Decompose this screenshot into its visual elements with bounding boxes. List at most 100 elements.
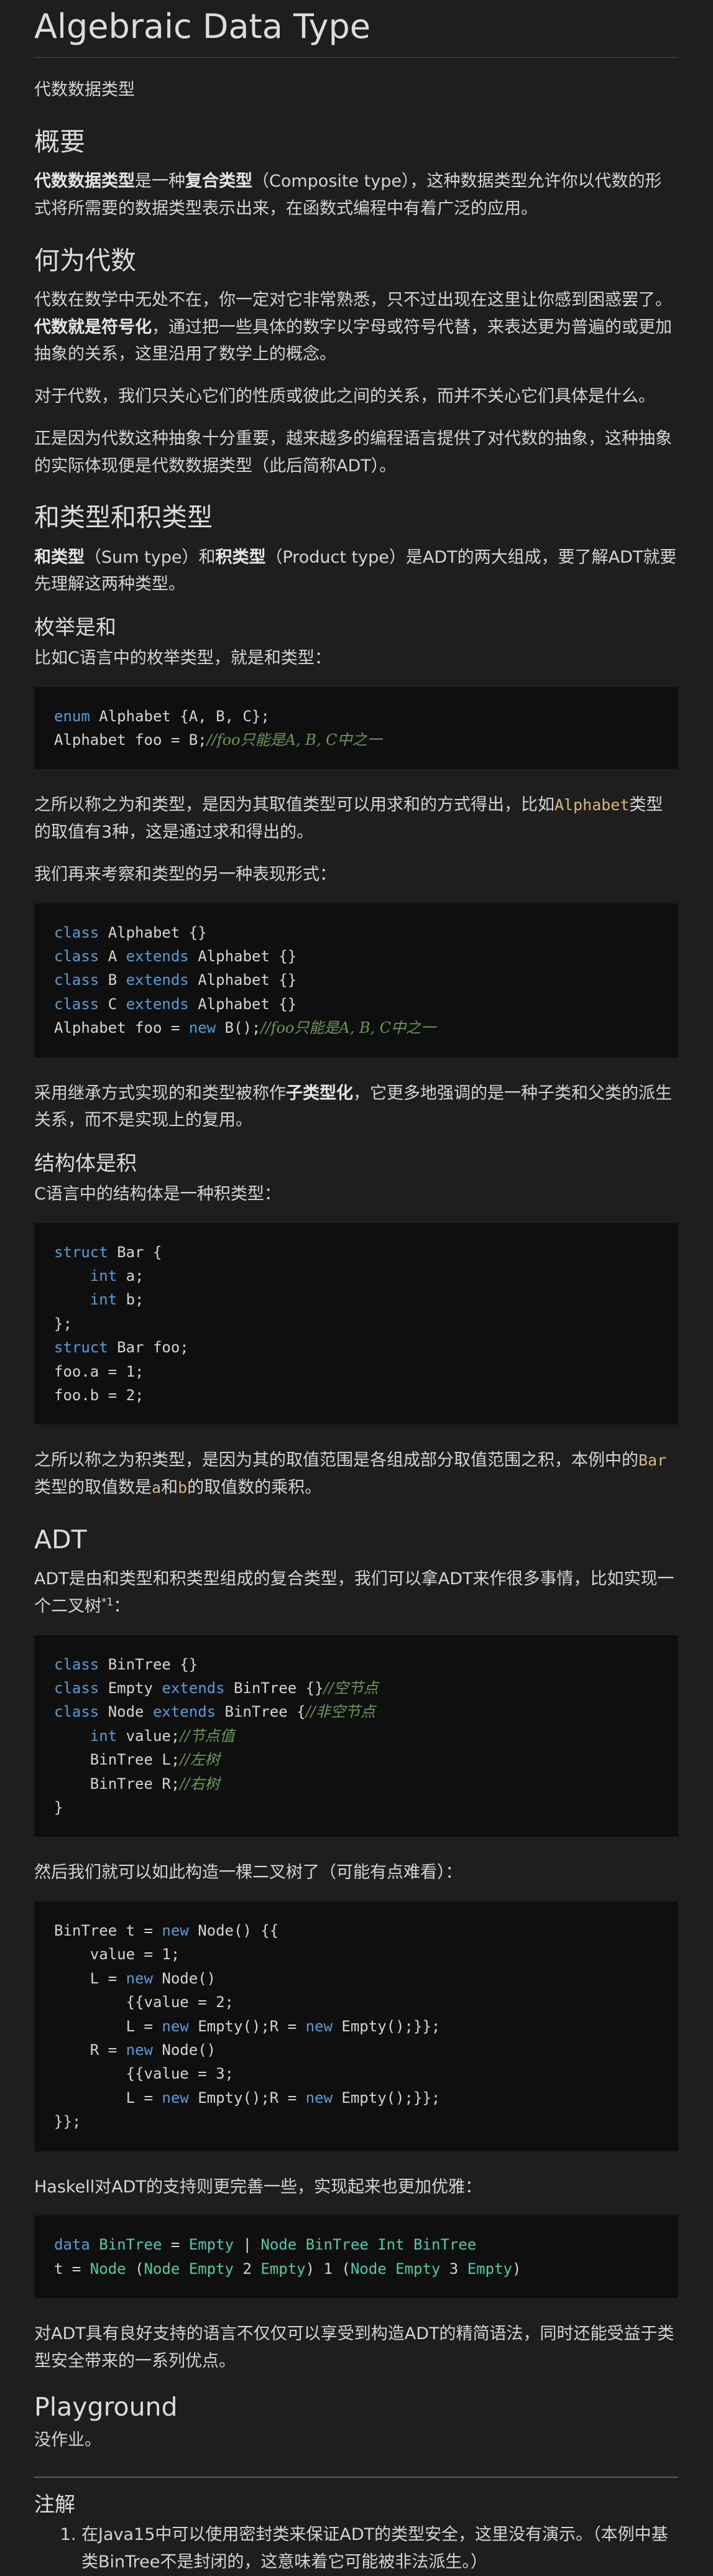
- code-keyword: data: [54, 2236, 90, 2254]
- text-run: 的取值数的乘积。: [187, 1478, 322, 1498]
- code-text: Empty();}};: [332, 2017, 441, 2035]
- heading-why-algebra: 何为代数: [34, 245, 136, 275]
- code-comment: //非空节点: [305, 1703, 375, 1721]
- heading-adt: ADT: [34, 1524, 87, 1554]
- code-text: Alphabet foo = B;: [54, 731, 207, 749]
- code-comment: //右树: [180, 1775, 220, 1793]
- playground-text: 没作业。: [34, 2430, 101, 2450]
- sum-product-paragraph: 和类型（Sum type）和积类型（Product type）是ADT的两大组成…: [34, 544, 678, 598]
- code-block-struct: struct Bar { int a; int b; }; struct Bar…: [34, 1222, 678, 1425]
- code-text: Node() {{: [188, 1922, 279, 1940]
- text-run: 和: [161, 1478, 178, 1498]
- why-paragraph-1: 代数在数学中无处不在，你一定对它非常熟悉，只不过出现在这里让你感到困惑罢了。代数…: [34, 287, 678, 368]
- code-type: Node: [260, 2236, 297, 2254]
- text-run: ADT是由和类型和积类型组成的复合类型，我们可以拿ADT来作很多事情，比如实现一…: [34, 1569, 674, 1616]
- code-text: BinTree L;: [54, 1751, 180, 1769]
- code-text: Node(): [152, 1969, 216, 1987]
- code-text: value;: [117, 1727, 180, 1745]
- code-text: t =: [54, 2260, 90, 2278]
- code-text: Empty();}};: [332, 2089, 441, 2107]
- code-comment: //foo只能是A, B, C中之一: [206, 731, 382, 749]
- code-text: R =: [54, 2041, 126, 2059]
- text-run: 是一种: [135, 172, 185, 192]
- page-subtitle: 代数数据类型: [34, 80, 135, 100]
- text-run: 代数在数学中无处不在，你一定对它非常熟悉，只不过出现在这里让你感到困惑罢了。: [34, 290, 672, 310]
- code-type: Int: [377, 2236, 405, 2254]
- bold-term: 子类型化: [286, 1083, 353, 1103]
- code-type: Node: [90, 2260, 126, 2278]
- code-keyword: extends: [162, 1679, 225, 1697]
- overview-paragraph: 代数数据类型是一种复合类型（Composite type），这种数据类型允许你以…: [34, 168, 678, 222]
- code-text: {{value = 3;: [54, 2065, 234, 2083]
- why-paragraph-2: 对于代数，我们只关心它们的性质或彼此之间的关系，而并不关心它们具体是什么。: [34, 387, 655, 407]
- code-text: Alphabet {}: [188, 948, 297, 966]
- code-keyword: class: [54, 995, 99, 1013]
- text-run: 之所以称之为积类型，是因为其的取值范围是各组成部分取值范围之积，本例中的: [34, 1451, 638, 1470]
- haskell-intro: Haskell对ADT的支持则更完善一些，实现起来也更加优雅：: [34, 2177, 482, 2197]
- code-text: BinTree {: [216, 1703, 306, 1721]
- text-run: 采用继承方式实现的和类型被称作: [34, 1083, 286, 1103]
- code-comment: //左树: [180, 1751, 220, 1769]
- code-keyword: class: [54, 923, 99, 941]
- adt-intro: ADT是由和类型和积类型组成的复合类型，我们可以拿ADT来作很多事情，比如实现一…: [34, 1566, 678, 1620]
- code-text: BinTree R;: [54, 1775, 180, 1793]
- bold-term: 代数数据类型: [34, 172, 135, 192]
- footnote-ref[interactable]: *1: [101, 1596, 113, 1609]
- code-block-construct: BinTree t = new Node() {{ value = 1; L =…: [34, 1901, 678, 2151]
- code-text: Alphabet {}: [99, 923, 207, 941]
- construct-intro: 然后我们就可以如此构造一棵二叉树了（可能有点难看）：: [34, 1863, 462, 1883]
- code-text: BinTree t =: [54, 1922, 162, 1940]
- enum-intro: 比如C语言中的枚举类型，就是和类型：: [34, 648, 331, 668]
- heading-enum-is-sum: 枚举是和: [34, 615, 116, 640]
- enum-other-form: 我们再来考察和类型的另一种表现形式：: [34, 864, 336, 884]
- code-keyword: new: [162, 2017, 189, 2035]
- inline-code: a: [152, 1479, 162, 1497]
- code-text: value = 1;: [54, 1946, 180, 1964]
- code-keyword: new: [305, 2089, 333, 2107]
- code-text: Alphabet {A, B, C};: [90, 707, 270, 725]
- code-keyword: class: [54, 1703, 99, 1721]
- code-text: b;: [117, 1291, 144, 1309]
- code-text: 3: [440, 2260, 467, 2278]
- code-keyword: class: [54, 1679, 99, 1697]
- code-text: Alphabet foo =: [54, 1019, 189, 1037]
- code-text: Node: [99, 1703, 153, 1721]
- code-keyword: extends: [126, 995, 189, 1013]
- code-keyword: new: [126, 2041, 153, 2059]
- code-keyword: extends: [126, 971, 189, 989]
- code-keyword: extends: [152, 1703, 216, 1721]
- code-block-classes: class Alphabet {} class A extends Alphab…: [34, 903, 678, 1058]
- adt-benefit: 对ADT具有良好支持的语言不仅仅可以享受到构造ADT的精简语法，同时还能受益于类…: [34, 2324, 674, 2371]
- heading-playground: Playground: [34, 2391, 178, 2422]
- code-text: L =: [54, 2089, 162, 2107]
- code-text: }};: [54, 2113, 81, 2131]
- divider: [34, 2476, 678, 2478]
- code-keyword: extends: [126, 948, 189, 966]
- code-keyword: class: [54, 1655, 99, 1673]
- code-text: Empty();R =: [188, 2017, 306, 2035]
- code-text: Empty: [99, 1679, 162, 1697]
- code-type: BinTree: [413, 2236, 477, 2254]
- code-type: Empty: [188, 2236, 234, 2254]
- code-text: Bar foo;: [108, 1339, 189, 1357]
- inline-code: Alphabet: [554, 796, 630, 815]
- code-type: Empty: [260, 2260, 306, 2278]
- code-block-haskell: data BinTree = Empty | Node BinTree Int …: [34, 2215, 678, 2299]
- code-text: };: [54, 1314, 72, 1332]
- heading-struct-is-product: 结构体是积: [34, 1151, 137, 1176]
- code-type: BinTree: [99, 2236, 162, 2254]
- code-keyword: new: [162, 1922, 189, 1940]
- struct-intro: C语言中的结构体是一种积类型：: [34, 1184, 281, 1204]
- code-text: ) 1 (: [305, 2260, 351, 2278]
- text-run: （Sum type）和: [85, 547, 216, 567]
- code-text: |: [234, 2236, 261, 2254]
- code-text: B: [99, 971, 126, 989]
- struct-explanation: 之所以称之为积类型，是因为其的取值范围是各组成部分取值范围之积，本例中的Bar 类…: [34, 1447, 678, 1501]
- heading-sum-product: 和类型和积类型: [34, 502, 213, 533]
